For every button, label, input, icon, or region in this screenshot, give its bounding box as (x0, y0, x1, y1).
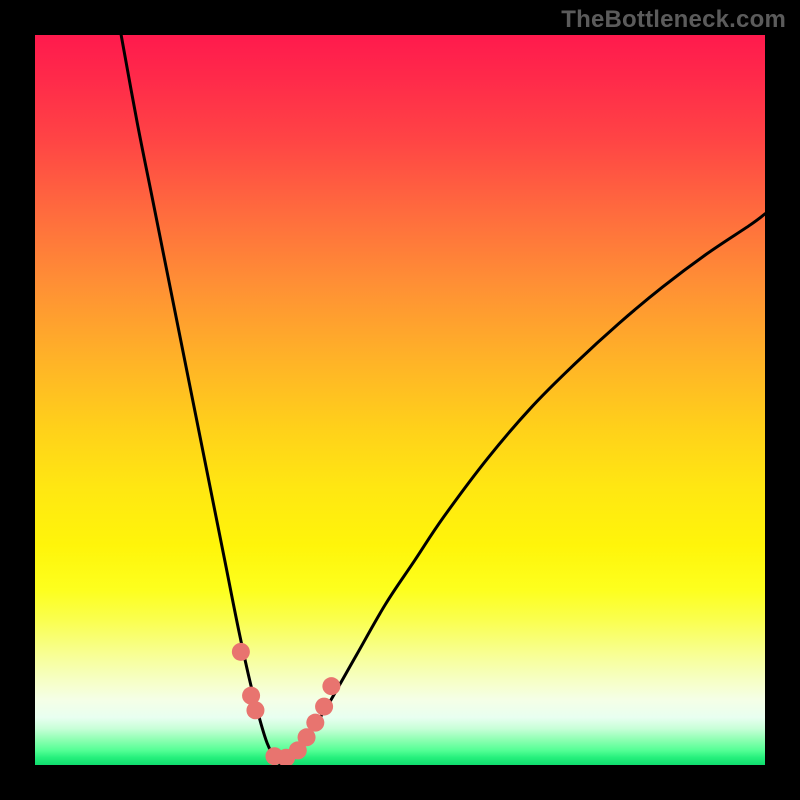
marker-dot (306, 714, 324, 732)
marker-dot (246, 701, 264, 719)
plot-area (35, 35, 765, 765)
marker-dot (232, 643, 250, 661)
curve-right-branch (280, 214, 765, 765)
curve-left-branch (121, 35, 280, 765)
marker-dot (315, 698, 333, 716)
chart-frame: TheBottleneck.com (0, 0, 800, 800)
curve-layer (35, 35, 765, 765)
watermark-text: TheBottleneck.com (561, 6, 786, 34)
marker-dot (322, 677, 340, 695)
marker-dots (232, 643, 341, 765)
bottleneck-curve (121, 35, 765, 765)
